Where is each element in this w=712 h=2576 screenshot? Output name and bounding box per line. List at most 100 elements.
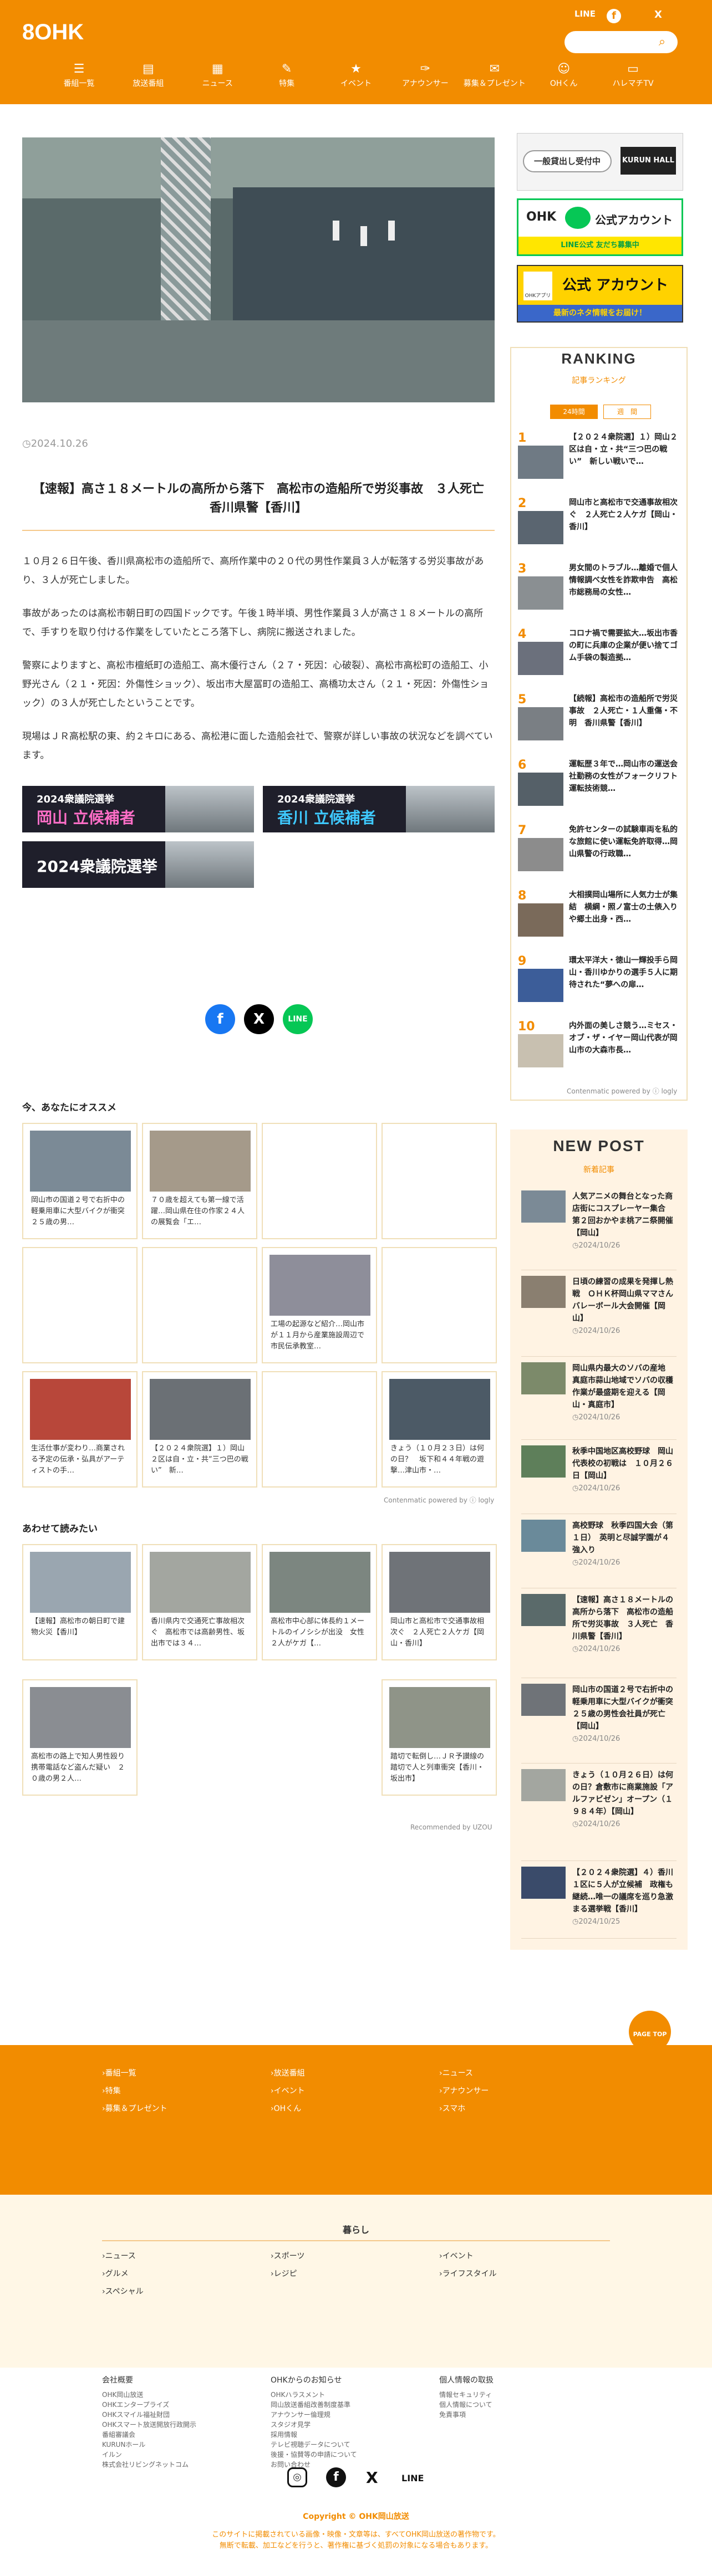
nav-item[interactable]: ▦ ニュース <box>183 61 252 98</box>
related-card[interactable]: 高松市中心部に体長約１メートルのイノシシが出没 女性２人がケガ【… <box>262 1544 377 1660</box>
nav-item[interactable]: ✑ アナウンサー <box>390 61 460 98</box>
x-official-banner[interactable]: OHKアプリ 公式 アカウント 最新のネタ情報をお届け！ <box>517 265 683 323</box>
recommend-card[interactable] <box>262 1123 377 1239</box>
nav-item[interactable]: ✎ 特集 <box>252 61 322 98</box>
nav-item[interactable]: ★ イベント <box>322 61 391 98</box>
related-card[interactable]: 香川県内で交通死亡事故相次ぐ 高松市では高齢男性、坂出市では３４… <box>142 1544 257 1660</box>
ranking-item[interactable]: 5 【続報】高松市の造船所で労災事故 ２人死亡・１人重傷・不明 香川県警【香川】 <box>518 693 682 753</box>
x-share-icon[interactable]: X <box>244 1004 274 1034</box>
related-card[interactable]: 岡山市と高松市で交通事故相次ぐ ２人死亡２人ケガ【岡山・香川】 <box>382 1544 497 1660</box>
tab-24h[interactable]: 24時間 <box>550 405 598 419</box>
recommend-card[interactable]: ７０歳を超えても第一線で活躍…岡山県在住の作家２４人の展覧会「エ… <box>142 1123 257 1239</box>
ranking-item[interactable]: 8 大相撲岡山場所に人気力士が集結 横綱・照ノ富士の土俵入りや郷土出身・西… <box>518 889 682 949</box>
footer-info-link[interactable]: 情報セキュリティ <box>439 2390 492 2399</box>
newpost-item[interactable]: きょう（１０月２６日）は何の日？倉敷市に商業施設「アルファビゼン」オープン（１９… <box>521 1769 677 1861</box>
newpost-item[interactable]: 日頃の練習の成果を発揮し熱戦 ＯＨＫ杯岡山県ママさんバレーボール大会開催【岡山】… <box>521 1276 677 1357</box>
footer-link[interactable]: ›特集 <box>102 2085 121 2096</box>
line-icon[interactable]: LINE <box>401 2473 424 2483</box>
ranking-item[interactable]: 10 内外面の美しさ競う…ミセス・オブ・ザ・イヤー岡山代表が岡山市の大森市長… <box>518 1020 682 1080</box>
facebook-share-icon[interactable]: f <box>205 1004 235 1034</box>
recommend-card[interactable] <box>382 1247 497 1363</box>
footer-info-link[interactable]: テレビ視聴データについて <box>271 2440 350 2449</box>
kurashi-link[interactable]: ›ライフスタイル <box>439 2268 497 2279</box>
kurun-hall-ad[interactable]: 一般貸出し受付中 KURUN HALL <box>517 133 683 191</box>
ranking-item[interactable]: 3 男女間のトラブル…離婚で個人情報調べ女性を詐欺申告 高松市総務局の女性… <box>518 562 682 622</box>
recommend-card[interactable] <box>22 1247 138 1363</box>
instagram-icon[interactable]: ◎ <box>287 2467 307 2487</box>
x-icon[interactable]: X <box>654 9 662 21</box>
footer-info-link[interactable]: 番組審議会 <box>102 2430 135 2439</box>
footer-info-link[interactable]: スタジオ見学 <box>271 2420 311 2429</box>
ranking-item[interactable]: 6 運転歴３年で…岡山市の運送会社勤務の女性がフォークリフト運転技術競… <box>518 758 682 818</box>
x-icon[interactable]: X <box>366 2468 378 2487</box>
nav-item[interactable]: ▤ 放送番組 <box>114 61 183 98</box>
footer-info-link[interactable]: アナウンサー倫理規 <box>271 2410 330 2419</box>
footer-info-link[interactable]: OHKスマイル福祉財団 <box>102 2410 170 2419</box>
nav-item[interactable]: ☰ 番組一覧 <box>44 61 114 98</box>
newpost-item[interactable]: 高校野球 秋季四国大会（第１日） 英明と尽誠学園が４強入り ◷2024/10/26 <box>521 1520 677 1588</box>
ranking-item[interactable]: 2 岡山市と高松市で交通事故相次ぐ ２人死亡２人ケガ【岡山・香川】 <box>518 497 682 556</box>
footer-info-link[interactable]: KURUNホール <box>102 2440 145 2449</box>
related-card[interactable]: 踏切で転倒し…ＪＲ予讃線の踏切で人と列車衝突【香川・坂出市】 <box>382 1679 497 1796</box>
ranking-item[interactable]: 4 コロナ禍で需要拡大…坂出市香の町に兵庫の企業が便い捨てゴム手袋の製造拠… <box>518 627 682 687</box>
election-banner-general[interactable]: 2024衆議院選挙 <box>22 841 254 888</box>
line-share-icon[interactable]: LINE <box>283 1004 313 1034</box>
ranking-item[interactable]: 9 環太平洋大・徳山一輝投手ら岡山・香川ゆかりの選手５人に期待された“夢への扉… <box>518 954 682 1014</box>
recommend-card[interactable] <box>382 1123 497 1239</box>
ohk-logo[interactable]: 8OHK <box>22 10 84 47</box>
footer-info-link[interactable]: OHK岡山放送 <box>102 2390 143 2399</box>
footer-link[interactable]: ›アナウンサー <box>439 2085 489 2096</box>
newpost-item[interactable]: 秋季中国地区高校野球 岡山代表校の初戦は １０月２６日【岡山】 ◷2024/10/… <box>521 1445 677 1514</box>
related-card[interactable]: 【速報】高松市の朝日町で建物火災【香川】 <box>22 1544 138 1660</box>
footer-info-link[interactable]: OHKエンタープライズ <box>102 2400 169 2409</box>
nav-item[interactable]: ▭ ハレマチTV <box>598 61 668 98</box>
recommend-card[interactable]: 生活仕事が変わり…商業される予定の伝承・弘具がアーティストの手… <box>22 1371 138 1488</box>
newpost-item[interactable]: 岡山県内最大のソバの産地 真庭市蒜山地域でソバの収穫作業が最盛期を迎える【岡山・… <box>521 1362 677 1440</box>
footer-link[interactable]: ›番組一覧 <box>102 2067 136 2078</box>
kurashi-link[interactable]: ›スペシャル <box>102 2286 144 2297</box>
kurashi-link[interactable]: ›グルメ <box>102 2268 129 2279</box>
footer-info-link[interactable]: 個人情報について <box>439 2400 492 2409</box>
facebook-icon[interactable]: f <box>326 2467 346 2487</box>
newpost-item[interactable]: 【速報】高さ１８メートルの高所から落下 高松市の造船所で労災事故 ３人死亡 香川… <box>521 1594 677 1678</box>
footer-link[interactable]: ›募集＆プレゼント <box>102 2103 167 2114</box>
footer-info-link[interactable]: 株式会社リビングネットコム <box>102 2460 189 2469</box>
kurashi-link[interactable]: ›スポーツ <box>271 2250 304 2261</box>
kurashi-link[interactable]: ›ニュース <box>102 2250 136 2261</box>
footer-info-link[interactable]: 後援・協賛等の申請について <box>271 2450 357 2459</box>
footer-link[interactable]: ›ニュース <box>439 2067 473 2078</box>
footer-info-link[interactable]: OHKスマート放送開放行政開示 <box>102 2420 196 2429</box>
line-link[interactable]: LINE <box>574 9 596 19</box>
footer-info-link[interactable]: 岡山放送番組改善制度基準 <box>271 2400 350 2409</box>
nav-item[interactable]: ☺ OHくん <box>529 61 598 98</box>
footer-link[interactable]: ›放送番組 <box>271 2067 305 2078</box>
footer-info-link[interactable]: イルン <box>102 2450 122 2459</box>
nav-item[interactable]: ✉ 募集＆プレゼント <box>460 61 529 98</box>
footer-link[interactable]: ›OHくん <box>271 2103 301 2114</box>
tab-week[interactable]: 週 間 <box>603 405 651 419</box>
footer-info-link[interactable]: 免責事項 <box>439 2410 466 2419</box>
recommend-card[interactable]: 【２０２４衆院選】１）岡山２区は自・立・共“三つ巴の戦い” 新… <box>142 1371 257 1488</box>
recommend-card[interactable]: 工場の起源など紹介…岡山市が１１月から産業施設周辺で市民伝承教室… <box>262 1247 377 1363</box>
newpost-item[interactable]: 人気アニメの舞台となった商店街にコスプレーヤー集合 第２回おかやま桃アニ祭開催【… <box>521 1190 677 1270</box>
line-official-banner[interactable]: OHK 公式アカウント LINE公式 友だち募集中 <box>517 198 683 256</box>
election-banner-okayama[interactable]: 2024衆議院選挙 岡山 立候補者 <box>22 786 254 832</box>
kurashi-link[interactable]: ›イベント <box>439 2250 474 2261</box>
newpost-item[interactable]: 【２０２４衆院選】４）香川１区に５人が立候補 政権も継続…唯一の議席を巡り急激ま… <box>521 1867 677 1939</box>
search-icon[interactable]: ⌕ <box>652 32 672 52</box>
footer-link[interactable]: ›スマホ <box>439 2103 465 2114</box>
election-banner-kagawa[interactable]: 2024衆議院選挙 香川 立候補者 <box>263 786 495 832</box>
recommend-card[interactable]: きょう（１０月２３日）は何の日？ 坂下和４４年戦の遊撃…津山市・… <box>382 1371 497 1488</box>
recommend-card[interactable]: 岡山市の国道２号で右折中の軽乗用車に大型バイクが衝突 ２５歳の男… <box>22 1123 138 1239</box>
page-top-button[interactable]: PAGE TOP <box>629 2011 671 2053</box>
ranking-item[interactable]: 7 免許センターの試験車両を私的な旅館に使い運転免許取得…岡山県警の行政職… <box>518 824 682 883</box>
footer-info-link[interactable]: 採用情報 <box>271 2430 297 2439</box>
related-card[interactable]: 高松市の路上で知人男性殴り携帯電話など盗んだ疑い ２０歳の男２人… <box>22 1679 138 1796</box>
footer-info-link[interactable]: OHKハラスメント <box>271 2390 325 2399</box>
ranking-item[interactable]: 1 【２０２４衆院選】１）岡山２区は自・立・共“三つ巴の戦い” 新しい戦いで… <box>518 431 682 491</box>
facebook-icon[interactable]: f <box>607 9 621 23</box>
footer-link[interactable]: ›イベント <box>271 2085 305 2096</box>
kurashi-link[interactable]: ›レジピ <box>271 2268 297 2279</box>
recommend-card[interactable] <box>142 1247 257 1363</box>
recommend-card[interactable] <box>262 1371 377 1488</box>
